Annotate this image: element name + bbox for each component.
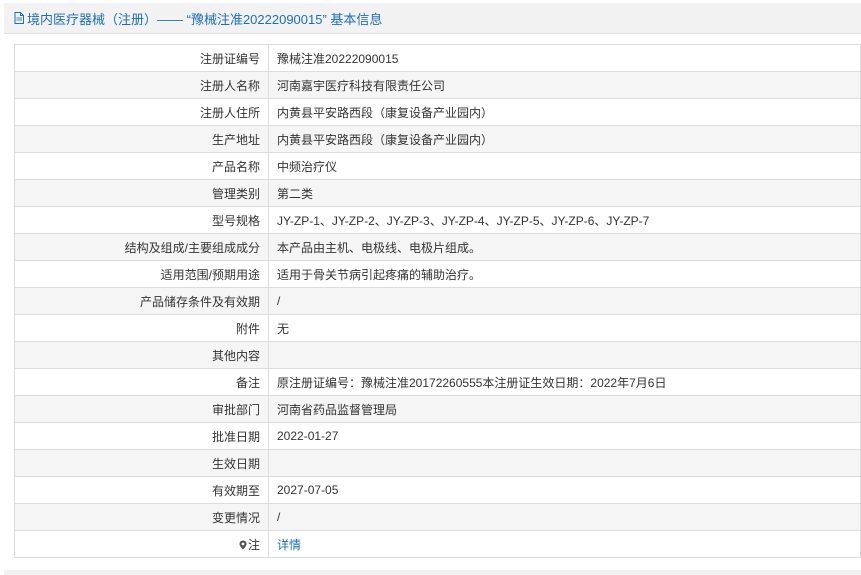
field-value: 河南省药品监督管理局 <box>268 395 861 423</box>
field-value: 内黄县平安路西段（康复设备产业园内） <box>268 98 861 126</box>
field-label: 注册证编号 <box>14 44 269 72</box>
field-label: 注册人住所 <box>14 98 269 126</box>
table-row: 注册人住所 内黄县平安路西段（康复设备产业园内） <box>14 98 861 126</box>
field-value: / <box>268 503 861 531</box>
table-row: 有效期至 2027-07-05 <box>14 476 861 504</box>
field-value: 中频治疗仪 <box>268 152 861 180</box>
table-row: 生产地址 内黄县平安路西段（康复设备产业园内） <box>14 125 861 153</box>
table-row: 注册证编号 豫械注准20222090015 <box>14 44 861 72</box>
table-row: 适用范围/预期用途 适用于骨关节病引起疼痛的辅助治疗。 <box>14 260 861 288</box>
table-row: 变更情况 / <box>14 503 861 531</box>
field-label: 型号规格 <box>14 206 269 234</box>
field-label: 变更情况 <box>14 503 269 531</box>
field-value: 豫械注准20222090015 <box>268 44 861 72</box>
field-label: 生产地址 <box>14 125 269 153</box>
field-label: 其他内容 <box>14 341 269 369</box>
page-title: 境内医疗器械（注册）—— “豫械注准20222090015” 基本信息 <box>27 11 383 27</box>
page: 境内医疗器械（注册）—— “豫械注准20222090015” 基本信息 注册证编… <box>0 0 861 575</box>
bottom-divider <box>4 570 861 575</box>
field-label: 注册人名称 <box>14 71 269 99</box>
field-value: 本产品由主机、电极线、电极片组成。 <box>268 233 861 261</box>
field-value: 2022-01-27 <box>268 422 861 450</box>
field-value: 原注册证编号：豫械注准20172260555本注册证生效日期：2022年7月6日 <box>268 368 861 396</box>
document-icon <box>14 12 24 24</box>
note-label-cell: 注 <box>14 530 269 558</box>
info-table: 注册证编号 豫械注准20222090015 注册人名称 河南嘉宇医疗科技有限责任… <box>14 44 861 558</box>
field-label: 生效日期 <box>14 449 269 477</box>
field-label: 产品名称 <box>14 152 269 180</box>
field-value: 无 <box>268 314 861 342</box>
field-value: / <box>268 287 861 315</box>
field-label: 适用范围/预期用途 <box>14 260 269 288</box>
pin-icon <box>239 540 247 549</box>
page-header: 境内医疗器械（注册）—— “豫械注准20222090015” 基本信息 <box>4 3 861 34</box>
info-table-body: 注册证编号 豫械注准20222090015 注册人名称 河南嘉宇医疗科技有限责任… <box>14 44 861 558</box>
field-label: 产品储存条件及有效期 <box>14 287 269 315</box>
note-row: 注 详情 <box>14 530 861 558</box>
table-row: 产品名称 中频治疗仪 <box>14 152 861 180</box>
field-label: 结构及组成/主要组成成分 <box>14 233 269 261</box>
field-label: 备注 <box>14 368 269 396</box>
table-row: 备注 原注册证编号：豫械注准20172260555本注册证生效日期：2022年7… <box>14 368 861 396</box>
table-row: 产品储存条件及有效期 / <box>14 287 861 315</box>
table-row: 注册人名称 河南嘉宇医疗科技有限责任公司 <box>14 71 861 99</box>
note-label: 注 <box>247 537 260 552</box>
field-label: 附件 <box>14 314 269 342</box>
field-value: 第二类 <box>268 179 861 207</box>
table-row: 生效日期 <box>14 449 861 477</box>
table-row: 批准日期 2022-01-27 <box>14 422 861 450</box>
field-label: 审批部门 <box>14 395 269 423</box>
table-row: 型号规格 JY-ZP-1、JY-ZP-2、JY-ZP-3、JY-ZP-4、JY-… <box>14 206 861 234</box>
details-link[interactable]: 详情 <box>277 538 301 552</box>
field-label: 有效期至 <box>14 476 269 504</box>
table-row: 管理类别 第二类 <box>14 179 861 207</box>
field-value: JY-ZP-1、JY-ZP-2、JY-ZP-3、JY-ZP-4、JY-ZP-5、… <box>268 206 861 234</box>
table-row: 其他内容 <box>14 341 861 369</box>
field-value <box>268 341 861 369</box>
field-value: 河南嘉宇医疗科技有限责任公司 <box>268 71 861 99</box>
field-value <box>268 449 861 477</box>
table-row: 结构及组成/主要组成成分 本产品由主机、电极线、电极片组成。 <box>14 233 861 261</box>
field-label: 管理类别 <box>14 179 269 207</box>
field-value: 内黄县平安路西段（康复设备产业园内） <box>268 125 861 153</box>
table-row: 附件 无 <box>14 314 861 342</box>
field-label: 批准日期 <box>14 422 269 450</box>
table-row: 审批部门 河南省药品监督管理局 <box>14 395 861 423</box>
field-value: 2027-07-05 <box>268 476 861 504</box>
note-value-cell: 详情 <box>268 530 861 558</box>
field-value: 适用于骨关节病引起疼痛的辅助治疗。 <box>268 260 861 288</box>
